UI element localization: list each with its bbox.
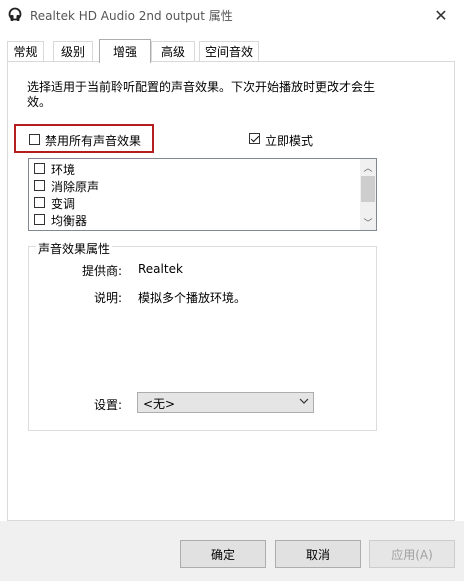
tab-strip: 常规 级别 增强 高级 空间音效 [7, 39, 457, 63]
chevron-down-icon [299, 395, 309, 410]
close-icon: ✕ [434, 5, 448, 25]
disable-all-effects-highlight: 禁用所有声音效果 [14, 124, 154, 153]
tab-spatial-sound[interactable]: 空间音效 [199, 41, 259, 61]
tab-advanced[interactable]: 高级 [151, 41, 195, 61]
apply-button[interactable]: 应用(A) [369, 540, 455, 568]
environment-checkbox[interactable] [34, 163, 45, 174]
cancel-button[interactable]: 取消 [275, 540, 361, 568]
speaker-icon [8, 7, 22, 23]
equalizer-checkbox[interactable] [34, 214, 45, 225]
voice-cancellation-checkbox[interactable] [34, 180, 45, 191]
description-value: 模拟多个播放环境。 [138, 291, 247, 305]
list-item-label: 均衡器 [51, 214, 88, 228]
list-scrollbar[interactable]: ︿ ﹀ [360, 159, 376, 230]
enhancement-description: 选择适用于当前聆听配置的声音效果。下次开始播放时更改才会生效。 [27, 80, 376, 109]
list-item-label: 变调 [51, 197, 76, 211]
immediate-mode-checkbox[interactable] [249, 133, 260, 144]
enhancement-list[interactable]: 环境 消除原声 变调 均衡器 ︿ ﹀ [28, 158, 377, 231]
tab-levels[interactable]: 级别 [53, 41, 93, 61]
title-bar: Realtek HD Audio 2nd output 属性 ✕ [0, 0, 464, 30]
immediate-mode-label[interactable]: 立即模式 [265, 132, 313, 149]
list-item-label: 消除原声 [51, 180, 100, 194]
settings-selected-value: <无> [143, 397, 176, 411]
list-item-label: 环境 [51, 163, 76, 177]
scroll-down-arrow-icon[interactable]: ﹀ [360, 214, 376, 230]
scroll-up-arrow-icon[interactable]: ︿ [360, 159, 376, 175]
scroll-thumb[interactable] [361, 176, 375, 202]
tab-general[interactable]: 常规 [7, 41, 44, 61]
description-label: 说明: [93, 291, 122, 305]
pitch-shift-checkbox[interactable] [34, 197, 45, 208]
settings-label: 设置: [93, 398, 122, 412]
ok-button[interactable]: 确定 [180, 540, 266, 568]
provider-label: 提供商: [81, 264, 122, 278]
tab-enhancements[interactable]: 增强 [99, 39, 151, 63]
close-button[interactable]: ✕ [418, 0, 464, 30]
window-title: Realtek HD Audio 2nd output 属性 [30, 9, 233, 23]
disable-all-effects-checkbox[interactable] [29, 134, 40, 145]
effect-properties-title: 声音效果属性 [36, 240, 113, 257]
settings-select[interactable]: <无> [137, 392, 314, 413]
provider-value: Realtek [138, 262, 183, 276]
disable-all-effects-label[interactable]: 禁用所有声音效果 [45, 132, 141, 149]
